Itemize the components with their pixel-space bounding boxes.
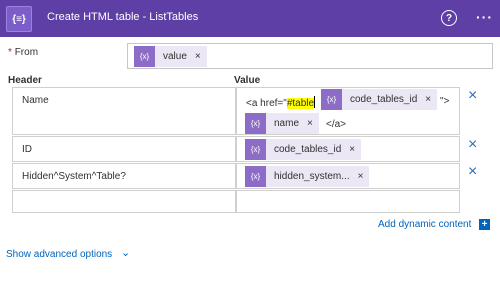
data-operation-icon: {≡}: [6, 6, 32, 32]
header-cell-id[interactable]: ID: [12, 136, 236, 162]
from-label-text: From: [14, 47, 39, 58]
remove-token-icon[interactable]: ×: [195, 51, 207, 62]
value-token-name[interactable]: {x} name ×: [245, 113, 319, 134]
header-cell-text: Hidden^System^Table?: [22, 171, 126, 182]
expression-icon: {x}: [134, 46, 155, 67]
show-advanced-options-link[interactable]: Show advanced options: [6, 249, 112, 260]
token-label: code_tables_id: [350, 94, 418, 105]
header-cell-empty[interactable]: [12, 190, 236, 213]
value-text-suffix: </a>: [326, 119, 347, 130]
from-token-value[interactable]: {x} value ×: [134, 46, 207, 67]
text-cursor: [314, 96, 316, 108]
token-label: name: [274, 118, 300, 129]
required-mark: *: [8, 47, 12, 58]
value-text-prefix: <a href="#table: [246, 96, 316, 109]
remove-token-icon[interactable]: ×: [425, 94, 437, 105]
expression-icon: {x}: [245, 139, 266, 160]
value-token-code-tables-id[interactable]: {x} code_tables_id ×: [321, 89, 438, 110]
value-cell-id[interactable]: {x} code_tables_id ×: [236, 136, 460, 162]
value-token-hidden-system[interactable]: {x} hidden_system... ×: [245, 166, 370, 187]
value-column-title: Value: [234, 75, 261, 86]
delete-row-icon[interactable]: ×: [468, 164, 477, 180]
value-highlight: #table: [286, 98, 315, 109]
value-token-code-tables-id[interactable]: {x} code_tables_id ×: [245, 139, 362, 160]
action-title[interactable]: Create HTML table - ListTables: [47, 11, 198, 23]
token-label: value: [163, 51, 187, 62]
value-prefix: <a href=": [246, 98, 287, 109]
more-options-icon[interactable]: ···: [476, 9, 493, 25]
value-cell-hidden-system-table[interactable]: {x} hidden_system... ×: [236, 163, 460, 189]
value-text-mid: ">: [440, 96, 450, 107]
expression-icon: {x}: [245, 113, 266, 134]
expression-icon: {x}: [245, 166, 266, 187]
header-cell-text: Name: [22, 95, 49, 106]
from-input[interactable]: {x} value ×: [127, 43, 493, 69]
delete-row-icon[interactable]: ×: [468, 137, 477, 153]
header-cell-text: ID: [22, 144, 32, 155]
remove-token-icon[interactable]: ×: [307, 118, 319, 129]
token-label: code_tables_id: [274, 144, 342, 155]
help-icon[interactable]: ?: [441, 10, 457, 26]
value-cell-name[interactable]: <a href="#table {x} code_tables_id × "> …: [236, 87, 460, 135]
from-label: * From: [8, 47, 38, 58]
remove-token-icon[interactable]: ×: [358, 171, 370, 182]
header-cell-name[interactable]: Name: [12, 87, 236, 135]
expression-icon: {x}: [321, 89, 342, 110]
delete-row-icon[interactable]: ×: [468, 88, 477, 104]
remove-token-icon[interactable]: ×: [349, 144, 361, 155]
add-dynamic-content-link[interactable]: Add dynamic content: [378, 219, 471, 230]
chevron-down-icon[interactable]: ⌄: [121, 246, 130, 259]
token-label: hidden_system...: [274, 171, 350, 182]
add-icon[interactable]: +: [479, 219, 490, 230]
header-column-title: Header: [8, 75, 42, 86]
value-cell-empty[interactable]: [236, 190, 460, 213]
header-cell-hidden-system-table[interactable]: Hidden^System^Table?: [12, 163, 236, 189]
action-header[interactable]: {≡} Create HTML table - ListTables ? ···: [0, 0, 500, 37]
